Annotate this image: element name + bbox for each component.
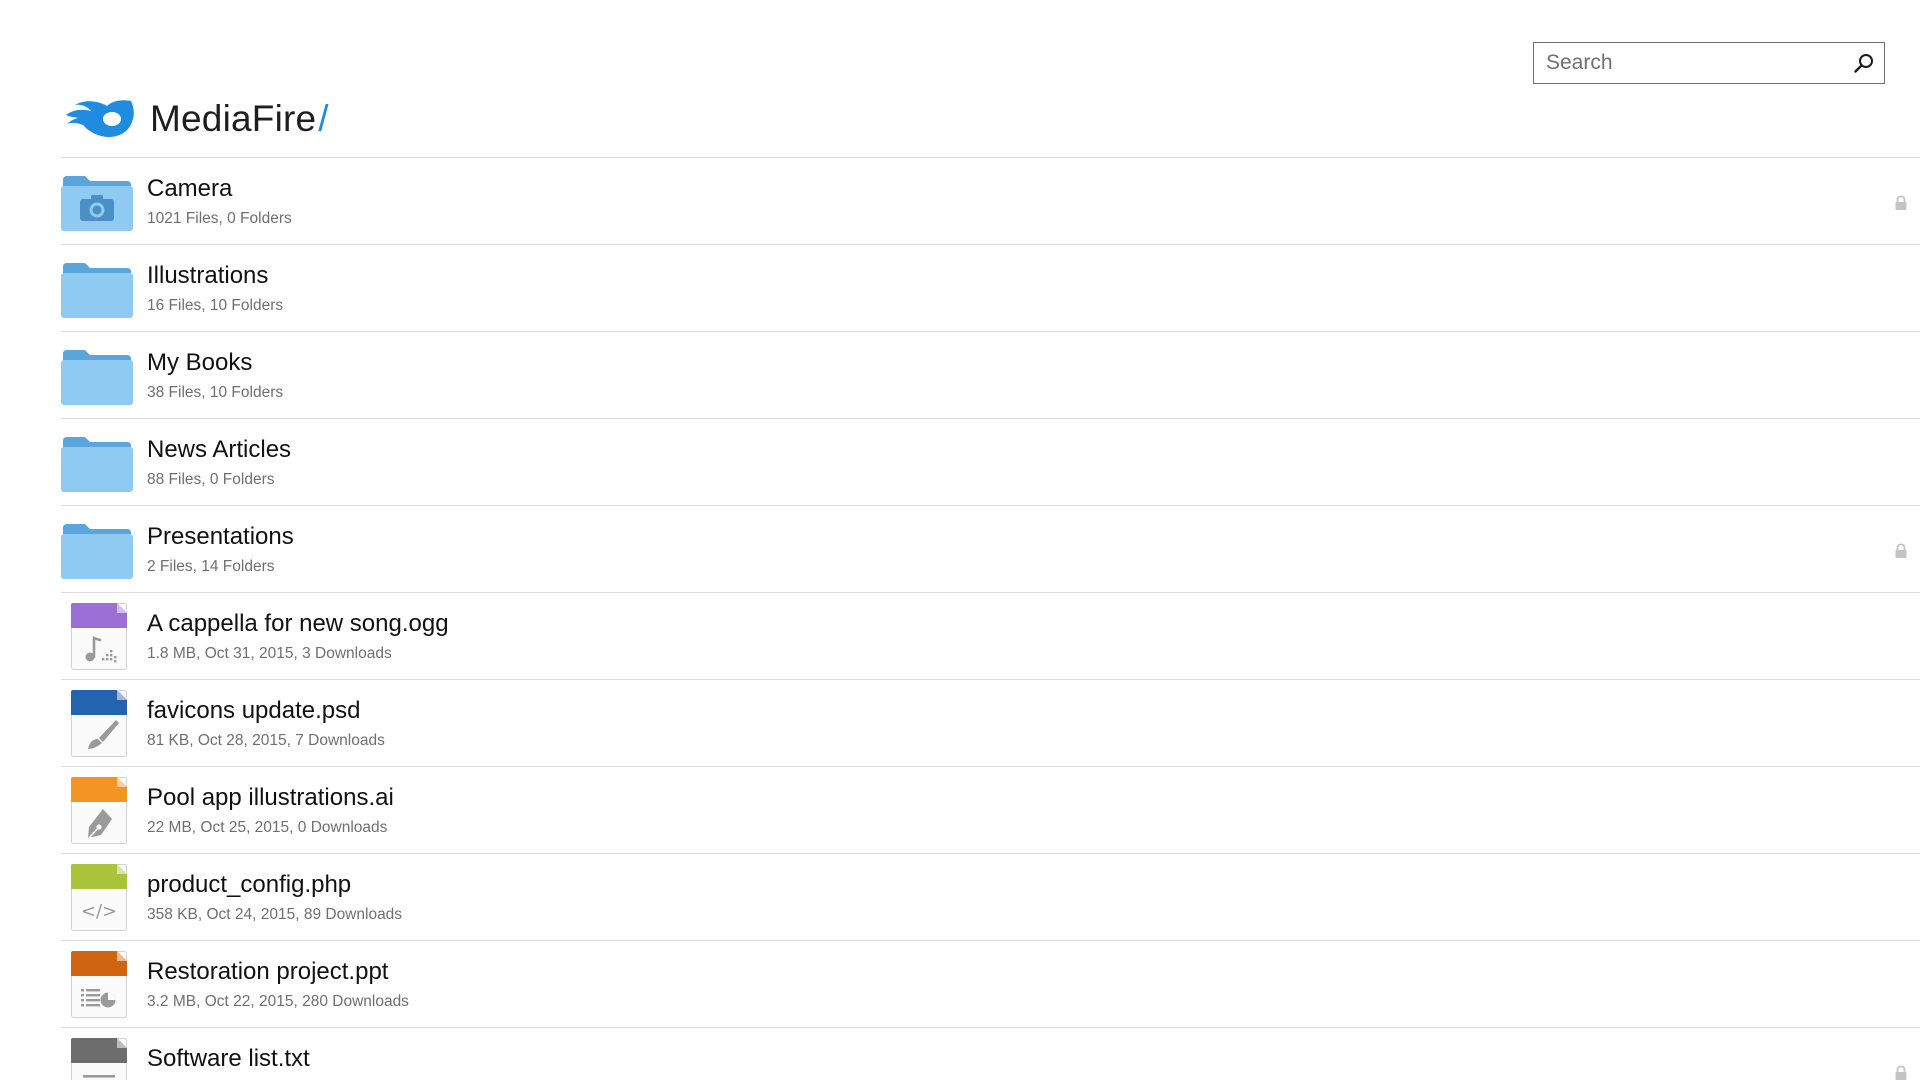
item-name: Restoration project.ppt: [147, 958, 389, 985]
code-file-icon: </>: [71, 864, 127, 931]
item-name: Illustrations: [147, 262, 269, 289]
breadcrumb-separator: /: [318, 98, 329, 139]
audio-file-icon: [71, 603, 127, 670]
folder-icon: [61, 350, 133, 405]
item-meta: 38 Files, 10 Folders: [147, 384, 284, 401]
item-name: favicons update.psd: [147, 697, 361, 724]
folder-row[interactable]: Illustrations 16 Files, 10 Folders: [61, 245, 1920, 332]
folder-row[interactable]: My Books 38 Files, 10 Folders: [61, 332, 1920, 419]
item-name: Software list.txt: [147, 1045, 310, 1072]
item-meta: 2 Files, 14 Folders: [147, 558, 275, 575]
item-meta: 1.8 MB, Oct 31, 2015, 3 Downloads: [147, 645, 392, 662]
presentation-file-icon: [71, 951, 127, 1018]
item-meta: 88 Files, 0 Folders: [147, 471, 275, 488]
text-file-icon: [71, 1038, 127, 1080]
svg-text:</>: </>: [81, 901, 117, 922]
item-name: product_config.php: [147, 871, 352, 898]
image-file-icon: [71, 690, 127, 757]
file-row[interactable]: Software list.txt600 Files, 0 Folders: [61, 1028, 1920, 1080]
item-name: A cappella for new song.ogg: [147, 610, 449, 637]
item-meta: 22 MB, Oct 25, 2015, 0 Downloads: [147, 819, 388, 836]
file-row[interactable]: favicons update.psd 81 KB, Oct 28, 2015, …: [61, 680, 1920, 767]
folder-icon: [61, 437, 133, 492]
search-input[interactable]: [1534, 43, 1844, 83]
lock-icon: [1895, 543, 1907, 558]
item-meta: 3.2 MB, Oct 22, 2015, 280 Downloads: [147, 993, 409, 1010]
lock-icon: [1895, 195, 1907, 210]
file-row[interactable]: </> product_config.php 358 KB, Oct 24, 201…: [61, 854, 1920, 941]
item-name: My Books: [147, 349, 253, 376]
search-button[interactable]: [1844, 43, 1884, 83]
search-icon: [1854, 54, 1873, 73]
file-row[interactable]: A cappella for new song.ogg 1.8 MB, Oct 3…: [61, 593, 1920, 680]
folder-icon: [61, 524, 133, 579]
page-title[interactable]: MediaFire: [150, 98, 316, 140]
folder-row[interactable]: Camera 1021 Files, 0 Folders: [61, 158, 1920, 245]
item-name: News Articles: [147, 436, 292, 463]
camera-folder-icon: [61, 176, 133, 231]
item-name: Camera: [147, 175, 233, 202]
file-row[interactable]: Pool app illustrations.ai 22 MB, Oct 25, …: [61, 767, 1920, 854]
item-meta: 1021 Files, 0 Folders: [147, 210, 292, 227]
vector-file-icon: [71, 777, 127, 844]
mediafire-logo-icon: [66, 100, 134, 137]
file-row[interactable]: Restoration project.ppt 3.2 MB, Oct 22, 2…: [61, 941, 1920, 1028]
item-name: Pool app illustrations.ai: [147, 784, 394, 811]
item-meta: 358 KB, Oct 24, 2015, 89 Downloads: [147, 906, 403, 923]
search-box[interactable]: [1533, 42, 1885, 84]
item-meta: 81 KB, Oct 28, 2015, 7 Downloads: [147, 732, 385, 749]
folder-row[interactable]: Presentations 2 Files, 14 Folders: [61, 506, 1920, 593]
item-name: Presentations: [147, 523, 294, 550]
folder-row[interactable]: News Articles 88 Files, 0 Folders: [61, 419, 1920, 506]
breadcrumb: MediaFire /: [64, 94, 329, 144]
file-list: Camera 1021 Files, 0 Folders Illustrations…: [61, 157, 1920, 1080]
lock-icon: [1895, 1065, 1907, 1080]
folder-icon: [61, 263, 133, 318]
item-meta: 16 Files, 10 Folders: [147, 297, 284, 314]
